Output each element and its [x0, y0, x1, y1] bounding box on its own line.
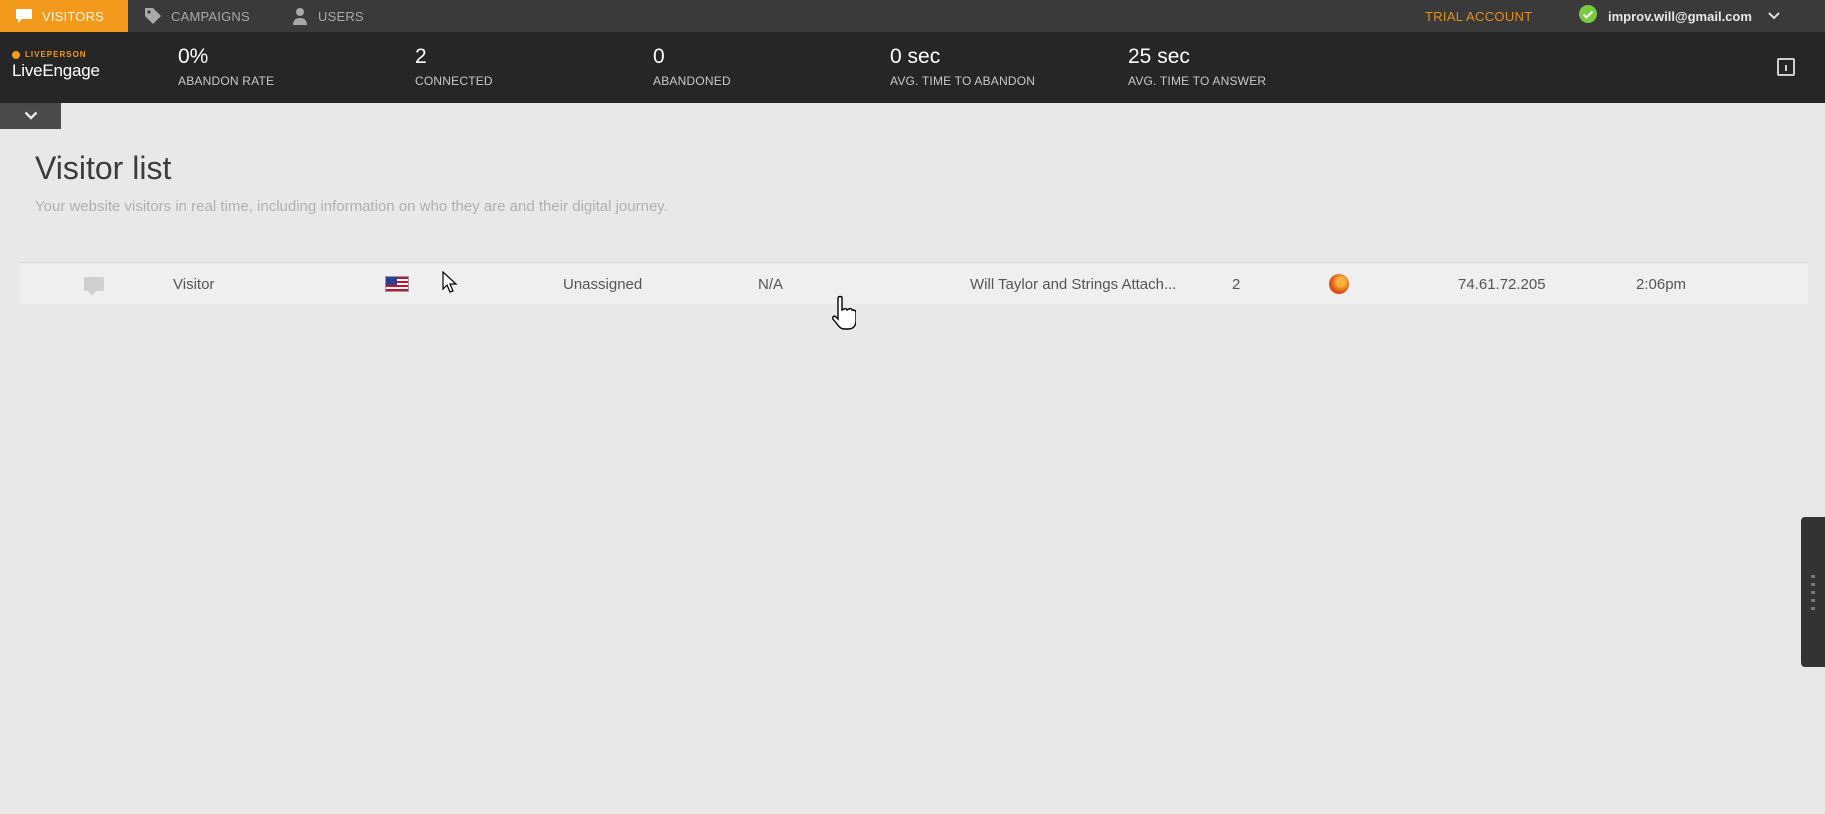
- visitor-visits: 2: [1232, 275, 1241, 293]
- stat-label: ABANDONED: [653, 74, 731, 88]
- user-email: improv.will@gmail.com: [1608, 8, 1752, 24]
- logo-top-text: LIVEPERSON: [25, 50, 87, 59]
- user-icon: [290, 6, 310, 26]
- chevron-down-icon[interactable]: [1768, 7, 1780, 25]
- stat-avg-time-to-answer: 25 sec AVG. TIME TO ANSWER: [1128, 45, 1266, 88]
- liveengage-logo: LIVEPERSON LiveEngage: [12, 50, 132, 90]
- visitor-assignment: Unassigned: [563, 275, 643, 293]
- trial-account-label: TRIAL ACCOUNT: [1425, 8, 1533, 24]
- stat-label: AVG. TIME TO ANSWER: [1128, 74, 1267, 88]
- trial-account-link[interactable]: TRIAL ACCOUNT: [1425, 0, 1532, 32]
- tab-users[interactable]: USERS: [290, 0, 364, 32]
- collapse-stats-button[interactable]: [0, 103, 61, 129]
- logo-name: LiveEngage: [12, 61, 100, 80]
- info-panel-icon[interactable]: [1777, 58, 1795, 76]
- us-flag-icon: [385, 264, 409, 304]
- tab-visitors[interactable]: VISITORS: [0, 0, 128, 32]
- stat-value: 25 sec: [1128, 45, 1190, 68]
- stat-value: 0%: [178, 45, 209, 68]
- tab-campaigns-label: CAMPAIGNS: [171, 8, 250, 24]
- stat-label: AVG. TIME TO ABANDON: [890, 74, 1036, 88]
- stat-connected: 2 CONNECTED: [415, 45, 493, 88]
- stat-value: 2: [415, 45, 427, 68]
- visitor-page-title: Will Taylor and Strings Attach...: [970, 275, 1177, 293]
- side-panel-handle[interactable]: [1801, 517, 1825, 667]
- stat-avg-time-to-abandon: 0 sec AVG. TIME TO ABANDON: [890, 45, 1035, 88]
- chat-status-icon: [84, 264, 104, 304]
- stat-abandon-rate: 0% ABANDON RATE: [178, 45, 274, 88]
- stat-label: ABANDON RATE: [178, 74, 275, 88]
- page-title: Visitor list: [35, 150, 172, 186]
- visitor-ip: 74.61.72.205: [1458, 275, 1546, 293]
- tag-icon: [143, 6, 163, 26]
- stats-bar: LIVEPERSON LiveEngage 0% ABANDON RATE 2 …: [0, 33, 1825, 103]
- stat-value: 0 sec: [890, 45, 941, 68]
- chat-bubble-icon: [14, 6, 34, 26]
- visitor-row[interactable]: Visitor Unassigned N/A Will Taylor and S…: [20, 264, 1808, 304]
- page-subtitle: Your website visitors in real time, incl…: [35, 198, 668, 215]
- tab-users-label: USERS: [318, 8, 364, 24]
- chevron-down-icon: [24, 107, 38, 125]
- visitor-name: Visitor: [173, 275, 215, 293]
- stat-label: CONNECTED: [415, 74, 493, 88]
- stat-value: 0: [653, 45, 665, 68]
- tab-campaigns[interactable]: CAMPAIGNS: [143, 0, 250, 32]
- tab-visitors-label: VISITORS: [42, 8, 105, 24]
- visitor-time: 2:06pm: [1636, 275, 1687, 293]
- liveperson-dot-icon: [12, 50, 20, 59]
- list-divider: [20, 262, 1808, 263]
- stat-abandoned: 0 ABANDONED: [653, 45, 731, 88]
- mouse-arrow-cursor-icon: [442, 270, 458, 293]
- top-navigation: VISITORS CAMPAIGNS USERS TRIAL ACCOUNT i…: [0, 0, 1825, 33]
- firefox-icon: [1329, 264, 1349, 304]
- hand-pointer-cursor-icon: [830, 295, 857, 331]
- grip-dots-icon: [1811, 575, 1815, 611]
- green-check-icon: [1578, 4, 1598, 29]
- user-menu[interactable]: improv.will@gmail.com: [1578, 0, 1780, 32]
- visitor-engagement: N/A: [758, 275, 784, 293]
